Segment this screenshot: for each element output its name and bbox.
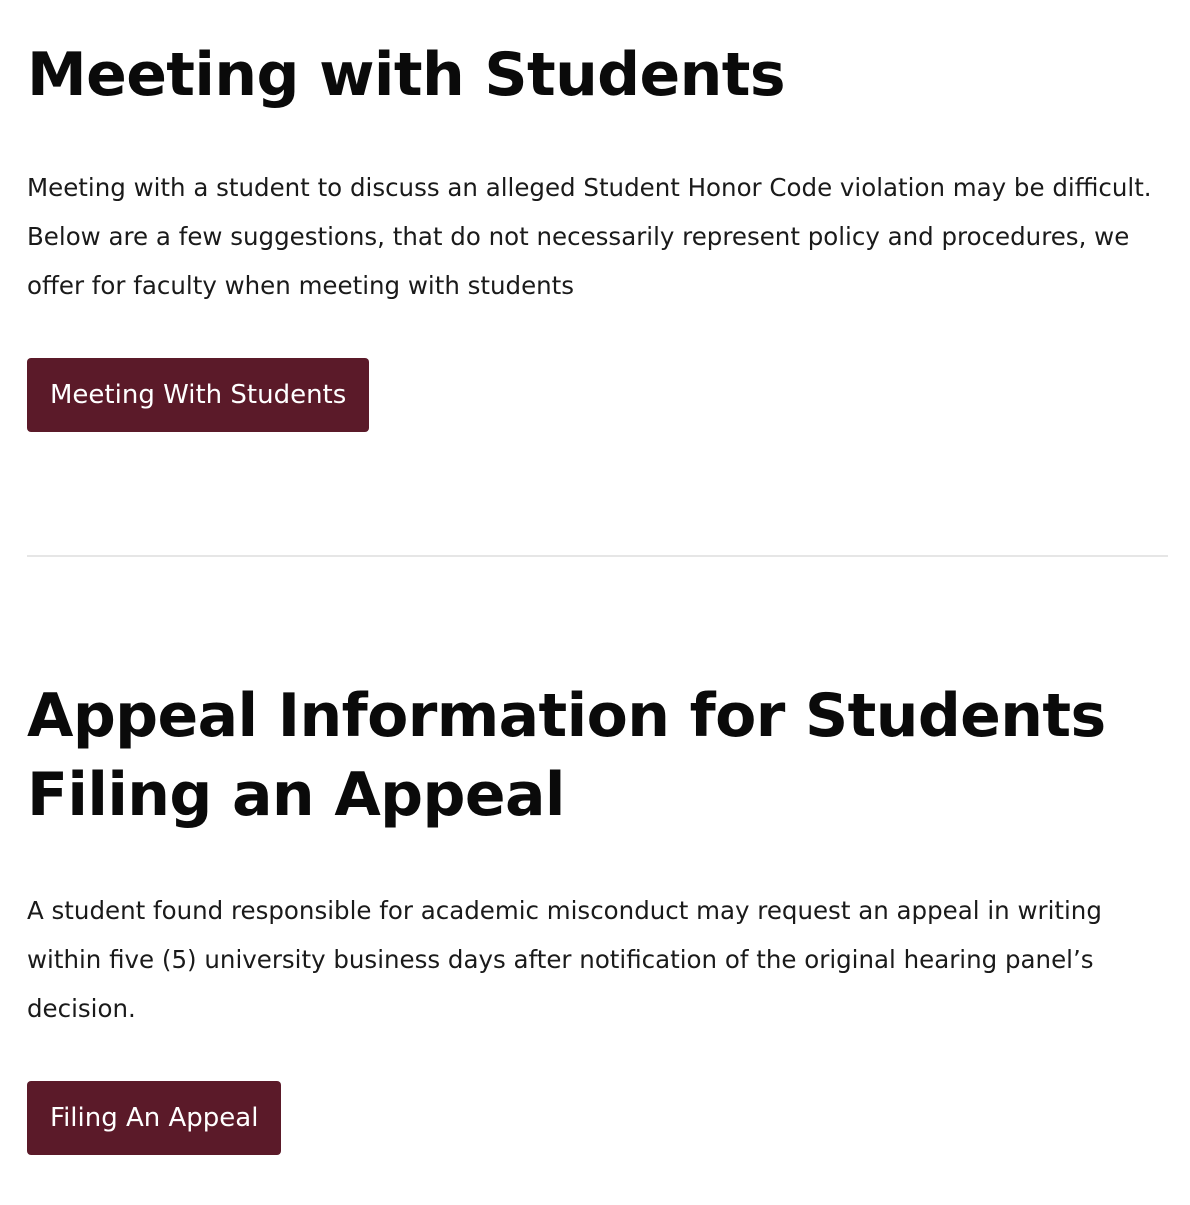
section-divider — [27, 555, 1168, 557]
meeting-with-students-button[interactable]: Meeting With Students — [27, 358, 370, 432]
meeting-section-description: Meeting with a student to discuss an all… — [27, 173, 1152, 300]
filing-an-appeal-button[interactable]: Filing An Appeal — [27, 1081, 282, 1155]
appeal-section-heading: Appeal Information for Students Filing a… — [27, 681, 1106, 830]
appeal-section-description: A student found responsible for academic… — [27, 896, 1102, 1023]
meeting-section-heading: Meeting with Students — [27, 40, 786, 110]
